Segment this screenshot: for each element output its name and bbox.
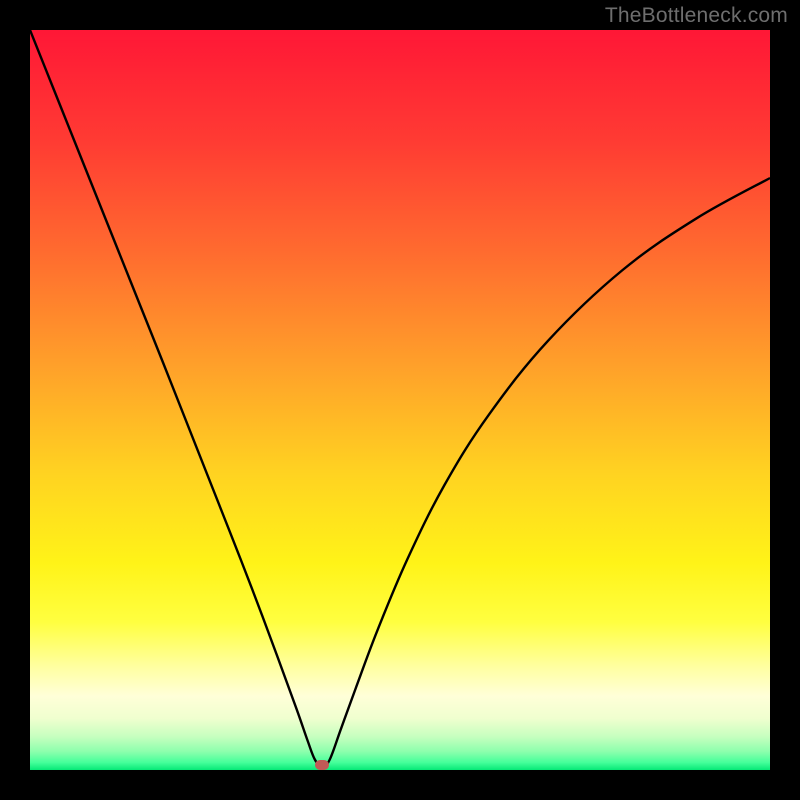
watermark-text: TheBottleneck.com (605, 4, 788, 28)
plot-area (30, 30, 770, 770)
bottleneck-curve (30, 30, 770, 770)
optimal-point-marker (315, 760, 329, 770)
